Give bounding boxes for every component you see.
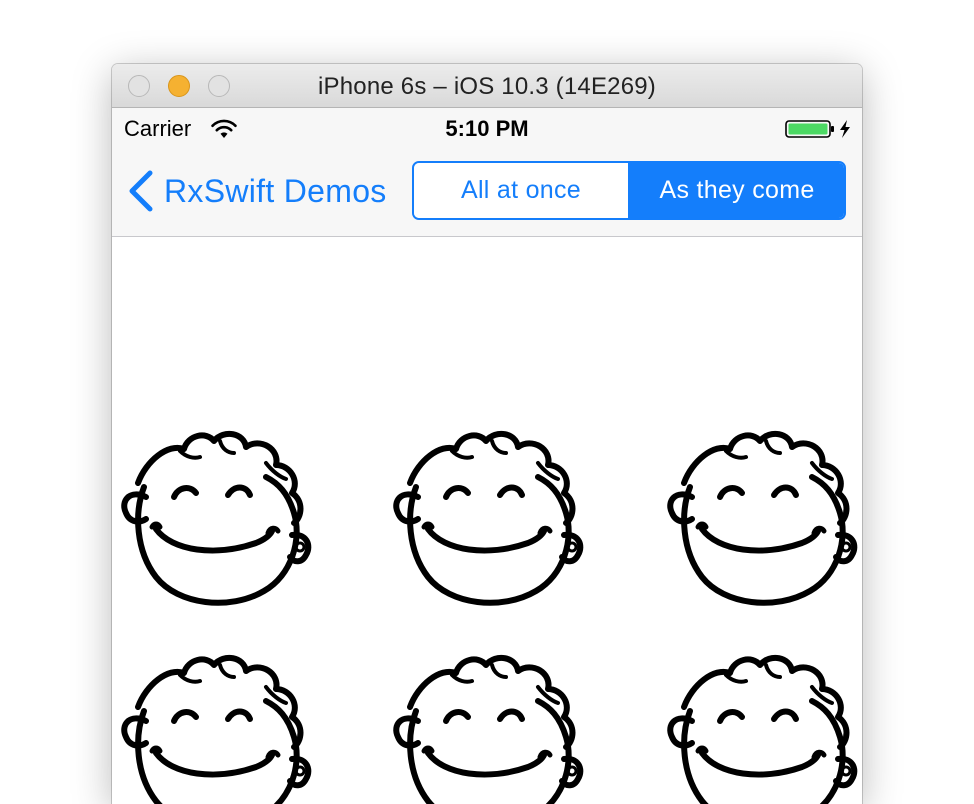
smiley-face-icon <box>121 654 312 804</box>
image-cell[interactable] <box>116 427 316 617</box>
battery-icon <box>785 120 850 138</box>
smiley-face-icon <box>393 430 584 606</box>
smiley-face-icon <box>121 430 312 606</box>
image-cell[interactable] <box>388 427 588 617</box>
status-bar: Carrier 5:10 PM <box>112 108 862 149</box>
status-time: 5:10 PM <box>445 116 529 141</box>
back-chevron-icon <box>129 170 153 212</box>
image-cell[interactable] <box>388 651 588 804</box>
segment-all-at-once[interactable]: All at once <box>414 163 630 218</box>
image-grid[interactable] <box>112 237 862 804</box>
title-bar[interactable]: iPhone 6s – iOS 10.3 (14E269) <box>112 64 862 108</box>
image-cell[interactable] <box>662 651 862 804</box>
smiley-face-icon <box>667 654 858 804</box>
segment-as-they-come[interactable]: As they come <box>630 163 844 218</box>
smiley-face-icon <box>393 654 584 804</box>
back-button[interactable]: RxSwift Demos <box>126 169 387 213</box>
image-cell[interactable] <box>116 651 316 804</box>
load-mode-segmented-control[interactable]: All at once As they come <box>412 161 846 220</box>
window-title: iPhone 6s – iOS 10.3 (14E269) <box>317 73 656 100</box>
image-cell[interactable] <box>662 427 862 617</box>
navigation-bar: RxSwift Demos All at once As they come <box>112 149 862 237</box>
smiley-face-icon <box>667 430 858 606</box>
back-button-label: RxSwift Demos <box>164 172 387 209</box>
simulator-window: iPhone 6s – iOS 10.3 (14E269) Carrier 5:… <box>112 64 862 804</box>
charging-bolt-icon <box>840 120 850 138</box>
